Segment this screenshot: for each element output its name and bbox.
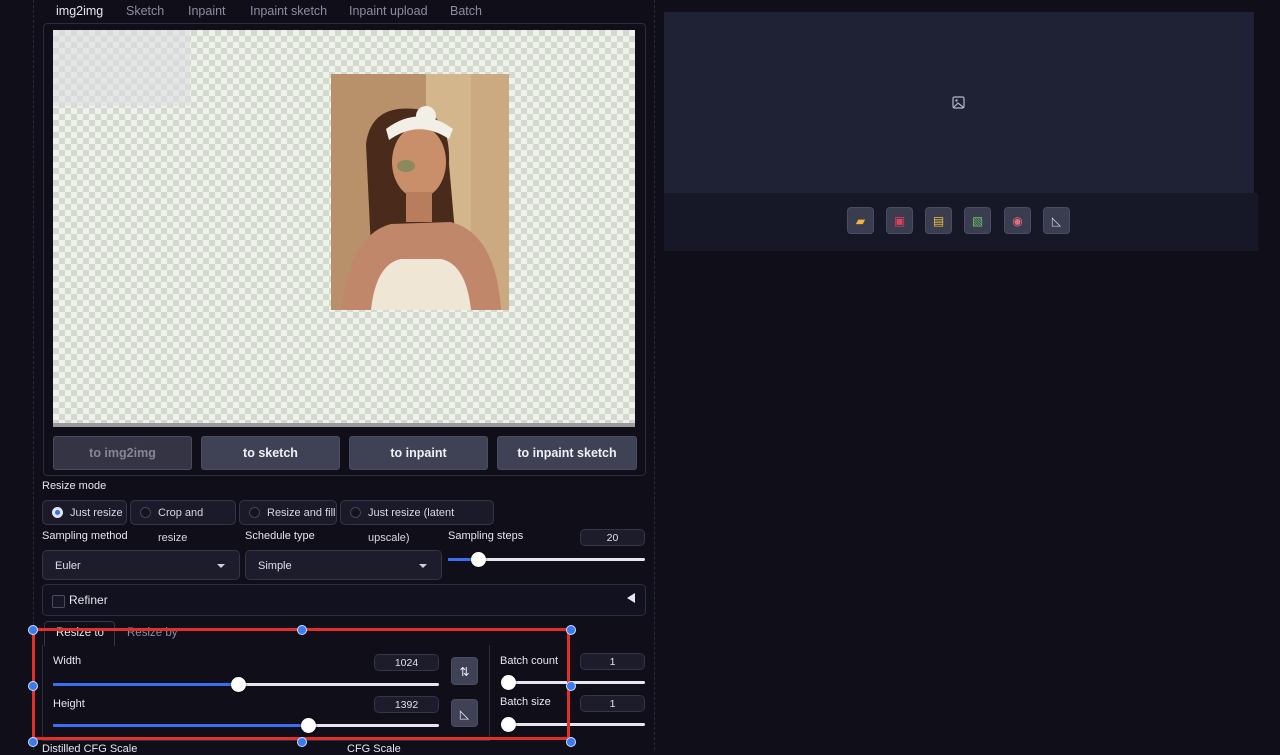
highlight-box xyxy=(32,628,570,740)
uploaded-image[interactable] xyxy=(331,74,509,310)
sampling-method-value: Euler xyxy=(55,560,81,572)
radio-dot xyxy=(350,507,361,518)
radio-just-resize-latent[interactable]: Just resize (latent upscale) xyxy=(340,500,494,544)
radio-just-resize[interactable]: Just resize xyxy=(42,500,127,525)
chevron-down-icon xyxy=(217,564,225,568)
sampling-steps-label: Sampling steps xyxy=(448,530,524,542)
save-button[interactable]: ▣ xyxy=(886,207,913,234)
tab-batch[interactable]: Batch xyxy=(450,4,482,18)
resize-mode-label: Resize mode xyxy=(42,480,107,492)
save-icon: ▣ xyxy=(893,214,906,228)
zip-button[interactable]: ▤ xyxy=(925,207,952,234)
sampling-method-select[interactable]: Euler xyxy=(42,550,240,580)
send-to-inpaint-button[interactable]: ◉ xyxy=(1004,207,1031,234)
tab-img2img[interactable]: img2img xyxy=(56,4,103,18)
selection-handle[interactable] xyxy=(28,625,38,635)
schedule-type-value: Simple xyxy=(258,560,292,572)
selection-handle[interactable] xyxy=(28,737,38,747)
refiner-accordion[interactable]: Refiner xyxy=(42,584,646,616)
selection-handle[interactable] xyxy=(566,625,576,635)
send-to-inpaint-icon: ◉ xyxy=(1012,214,1023,228)
chevron-down-icon xyxy=(419,564,427,568)
sampling-method-label: Sampling method xyxy=(42,530,128,542)
radio-dot xyxy=(249,507,260,518)
to-img2img-button[interactable]: to img2img xyxy=(53,436,192,470)
open-folder-button[interactable]: ▰ xyxy=(847,207,874,234)
send-to-extras-button[interactable]: ◺ xyxy=(1043,207,1070,234)
zip-icon: ▤ xyxy=(932,214,945,228)
selection-handle[interactable] xyxy=(566,681,576,691)
radio-resize-and-fill[interactable]: Resize and fill xyxy=(239,500,337,525)
distilled-cfg-scale-label: Distilled CFG Scale xyxy=(42,743,138,755)
image-placeholder-icon xyxy=(952,96,965,109)
portrait-image xyxy=(331,74,509,310)
send-to-img2img-button[interactable]: ▧ xyxy=(964,207,991,234)
schedule-type-select[interactable]: Simple xyxy=(245,550,442,580)
selection-handle[interactable] xyxy=(297,625,307,635)
sampling-steps-input[interactable]: 20 xyxy=(580,529,645,546)
schedule-type-label: Schedule type xyxy=(245,530,315,542)
output-image-area xyxy=(664,12,1254,193)
sampling-steps-slider[interactable] xyxy=(448,552,645,567)
caret-left-icon[interactable] xyxy=(627,593,635,603)
selection-handle[interactable] xyxy=(28,681,38,691)
cfg-scale-label: CFG Scale xyxy=(347,743,401,755)
radio-crop-and-resize[interactable]: Crop and resize xyxy=(130,500,236,544)
batch-size-input[interactable]: 1 xyxy=(580,695,645,712)
send-to-extras-icon: ◺ xyxy=(1051,214,1062,228)
tab-inpaint[interactable]: Inpaint xyxy=(188,4,226,18)
to-inpaint-button[interactable]: to inpaint xyxy=(349,436,488,470)
radio-dot xyxy=(140,507,151,518)
batch-count-input[interactable]: 1 xyxy=(580,653,645,670)
to-sketch-button[interactable]: to sketch xyxy=(201,436,340,470)
radio-label: Just resize xyxy=(70,507,123,519)
tab-inpaint-sketch[interactable]: Inpaint sketch xyxy=(250,4,327,18)
tab-sketch[interactable]: Sketch xyxy=(126,4,164,18)
send-to-img2img-icon: ▧ xyxy=(971,214,984,228)
folder-icon: ▰ xyxy=(855,214,866,228)
radio-label: Resize and fill xyxy=(267,507,336,519)
selection-handle[interactable] xyxy=(297,737,307,747)
to-inpaint-sketch-button[interactable]: to inpaint sketch xyxy=(497,436,637,470)
slider-thumb[interactable] xyxy=(470,552,486,567)
refiner-checkbox[interactable] xyxy=(52,595,65,608)
output-toolbar xyxy=(664,193,1258,251)
selection-handle[interactable] xyxy=(566,737,576,747)
radio-dot xyxy=(52,507,63,518)
refiner-label: Refiner xyxy=(69,593,108,607)
canvas-overlay xyxy=(53,30,190,106)
tab-inpaint-upload[interactable]: Inpaint upload xyxy=(349,4,428,18)
